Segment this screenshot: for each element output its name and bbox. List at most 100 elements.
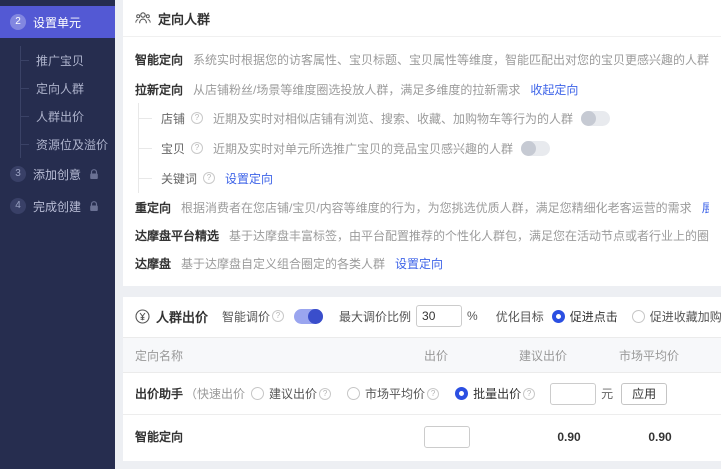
sidebar-item-placement[interactable]: 资源位及溢价 <box>21 130 115 158</box>
smart-targeting-bid-row: 智能定向 0.90 0.90 <box>123 415 721 458</box>
help-icon[interactable] <box>203 172 215 184</box>
acquisition-targeting-row: 拉新定向 从店铺粉丝/场景等维度圈选投放人群，满足多维度的拉新需求 收起定向 <box>135 77 709 101</box>
max-ratio-input[interactable] <box>416 305 462 327</box>
row-label: 关键词 <box>161 170 197 187</box>
expand-targeting-link[interactable]: 展开定向 <box>702 199 709 216</box>
acquisition-sub-options: 店铺 近期及实时对相似店铺有浏览、搜索、收藏、加购物车等行为的人群 宝贝 近期及… <box>138 103 709 193</box>
panel-title: 人群出价 <box>156 307 208 326</box>
sidebar-step-creative[interactable]: 3 添加创意 <box>0 158 115 190</box>
row-label: 宝贝 <box>161 140 185 157</box>
help-icon[interactable] <box>319 388 331 400</box>
main-content: 定向人群 智能定向 系统实时根据您的访客属性、宝贝标题、宝贝属性等维度，智能匹配… <box>123 0 721 469</box>
item-targeting-toggle[interactable] <box>521 141 550 156</box>
smart-bid-input[interactable] <box>424 426 470 448</box>
quick-bid-text: （快速出价 <box>185 385 245 402</box>
subitem-label: 定向人群 <box>36 80 84 97</box>
help-icon[interactable] <box>427 388 439 400</box>
item-targeting-row: 宝贝 近期及实时对单元所选推广宝贝的竞品宝贝感兴趣的人群 <box>139 133 709 163</box>
collapse-targeting-link[interactable]: 收起定向 <box>530 81 578 98</box>
panel-title: 定向人群 <box>158 9 210 28</box>
step-label: 添加创意 <box>33 166 81 183</box>
opt-click-label[interactable]: 促进点击 <box>570 308 618 325</box>
step-number-badge: 4 <box>10 198 26 214</box>
shop-targeting-row: 店铺 近期及实时对相似店铺有浏览、搜索、收藏、加购物车等行为的人群 <box>139 103 709 133</box>
row-desc: 基于达摩盘自定义组合圈定的各类人群 <box>181 255 385 272</box>
sidebar-subnav: 推广宝贝 定向人群 人群出价 资源位及溢价 <box>20 46 115 158</box>
optimize-goal-label: 优化目标 <box>496 308 544 325</box>
shop-targeting-toggle[interactable] <box>581 111 610 126</box>
row-label: 达摩盘平台精选 <box>135 227 219 244</box>
coin-icon <box>135 309 150 324</box>
row-desc: 根据消费者在您店铺/宝贝/内容等维度的行为，为您挑选优质人群，满足您精细化老客运… <box>181 199 692 216</box>
subitem-label: 推广宝贝 <box>36 52 84 69</box>
retargeting-row: 重定向 根据消费者在您店铺/宝贝/内容等维度的行为，为您挑选优质人群，满足您精细… <box>135 195 709 219</box>
sidebar-step-unit[interactable]: 2 设置单元 <box>0 6 115 38</box>
bid-table-header: 定向名称 出价 建议出价 市场平均价 <box>123 337 721 373</box>
opt-collect-label[interactable]: 促进收藏加购 <box>650 308 721 325</box>
row-desc: 基于达摩盘丰富标签，由平台配置推荐的个性化人群包，满足您在活动节点或者行业上的圈… <box>229 227 709 244</box>
opt-click-radio[interactable] <box>552 310 565 323</box>
set-targeting-link[interactable]: 设置定向 <box>225 170 273 187</box>
batch-bid-input[interactable] <box>550 383 596 405</box>
step-number-badge: 3 <box>10 166 26 182</box>
help-icon[interactable] <box>191 112 203 124</box>
smart-pricing-label: 智能调价 <box>222 308 270 325</box>
batch-bid-label[interactable]: 批量出价 <box>473 385 521 402</box>
col-header-name: 定向名称 <box>135 347 424 364</box>
crowd-icon <box>135 11 151 25</box>
help-icon[interactable] <box>523 388 535 400</box>
market-price-value: 0.90 <box>619 430 709 444</box>
row-label: 重定向 <box>135 199 171 216</box>
max-ratio-label: 最大调价比例 <box>339 308 411 325</box>
row-label: 达摩盘 <box>135 255 171 272</box>
targeting-panel-header: 定向人群 <box>123 0 721 37</box>
smart-pricing-toggle[interactable] <box>294 309 323 324</box>
suggested-bid-value: 0.90 <box>519 430 619 444</box>
apply-button[interactable]: 应用 <box>621 383 667 405</box>
lock-icon <box>89 169 99 180</box>
wizard-sidebar: 1 设置计划 2 设置单元 推广宝贝 定向人群 人群出价 资源位及溢价 3 添加… <box>0 0 115 469</box>
lock-icon <box>89 201 99 212</box>
row-label: 店铺 <box>161 110 185 127</box>
bidding-panel-header: 人群出价 智能调价 最大调价比例 % 优化目标 促进点击 促进收藏加购 促进成交 <box>135 301 709 331</box>
sidebar-item-audience-bid[interactable]: 人群出价 <box>21 102 115 130</box>
help-icon[interactable] <box>272 310 284 322</box>
targeting-panel: 定向人群 智能定向 系统实时根据您的访客属性、宝贝标题、宝贝属性等维度，智能匹配… <box>123 0 721 286</box>
row-label: 智能定向 <box>135 51 183 68</box>
row-label: 拉新定向 <box>135 81 183 98</box>
subitem-label: 资源位及溢价 <box>36 136 108 153</box>
step-label: 完成创建 <box>33 198 81 215</box>
col-header-suggested: 建议出价 <box>519 347 619 364</box>
bid-row-name: 智能定向 <box>135 428 424 445</box>
dmp-platform-row: 达摩盘平台精选 基于达摩盘丰富标签，由平台配置推荐的个性化人群包，满足您在活动节… <box>135 223 709 247</box>
suggested-bid-radio[interactable] <box>251 387 264 400</box>
suggested-bid-label[interactable]: 建议出价 <box>269 385 317 402</box>
step-label: 设置单元 <box>33 14 81 31</box>
market-price-radio[interactable] <box>347 387 360 400</box>
step-number-badge: 2 <box>10 14 26 30</box>
subitem-label: 人群出价 <box>36 108 84 125</box>
targeting-panel-body: 智能定向 系统实时根据您的访客属性、宝贝标题、宝贝属性等维度，智能匹配出对您的宝… <box>123 37 721 275</box>
col-header-bid: 出价 <box>424 347 519 364</box>
row-desc: 系统实时根据您的访客属性、宝贝标题、宝贝属性等维度，智能匹配出对您的宝贝更感兴趣… <box>193 51 709 68</box>
row-desc: 从店铺粉丝/场景等维度圈选投放人群，满足多维度的拉新需求 <box>193 81 520 98</box>
ad-unit-setup-screen: 1 设置计划 2 设置单元 推广宝贝 定向人群 人群出价 资源位及溢价 3 添加… <box>0 0 721 469</box>
col-header-market: 市场平均价 <box>619 347 709 364</box>
bidding-panel: 人群出价 智能调价 最大调价比例 % 优化目标 促进点击 促进收藏加购 促进成交… <box>123 297 721 461</box>
market-price-label[interactable]: 市场平均价 <box>365 385 425 402</box>
bid-assistant-label: 出价助手 <box>135 385 183 402</box>
percent-sign: % <box>467 309 478 323</box>
row-desc: 近期及实时对相似店铺有浏览、搜索、收藏、加购物车等行为的人群 <box>213 110 573 127</box>
smart-targeting-row: 智能定向 系统实时根据您的访客属性、宝贝标题、宝贝属性等维度，智能匹配出对您的宝… <box>135 47 709 71</box>
sidebar-item-targeting[interactable]: 定向人群 <box>21 74 115 102</box>
sidebar-step-finish[interactable]: 4 完成创建 <box>0 190 115 222</box>
batch-bid-radio[interactable] <box>455 387 468 400</box>
dmp-row: 达摩盘 基于达摩盘自定义组合圈定的各类人群 设置定向 <box>135 251 709 275</box>
help-icon[interactable] <box>191 142 203 154</box>
row-desc: 近期及实时对单元所选推广宝贝的竞品宝贝感兴趣的人群 <box>213 140 513 157</box>
sidebar-item-promote-item[interactable]: 推广宝贝 <box>21 46 115 74</box>
set-targeting-link[interactable]: 设置定向 <box>395 255 443 272</box>
bid-assistant-row: 出价助手 （快速出价 建议出价 市场平均价 批量出价 元 应用 <box>123 373 721 415</box>
yuan-unit: 元 <box>601 385 613 402</box>
opt-collect-radio[interactable] <box>632 310 645 323</box>
